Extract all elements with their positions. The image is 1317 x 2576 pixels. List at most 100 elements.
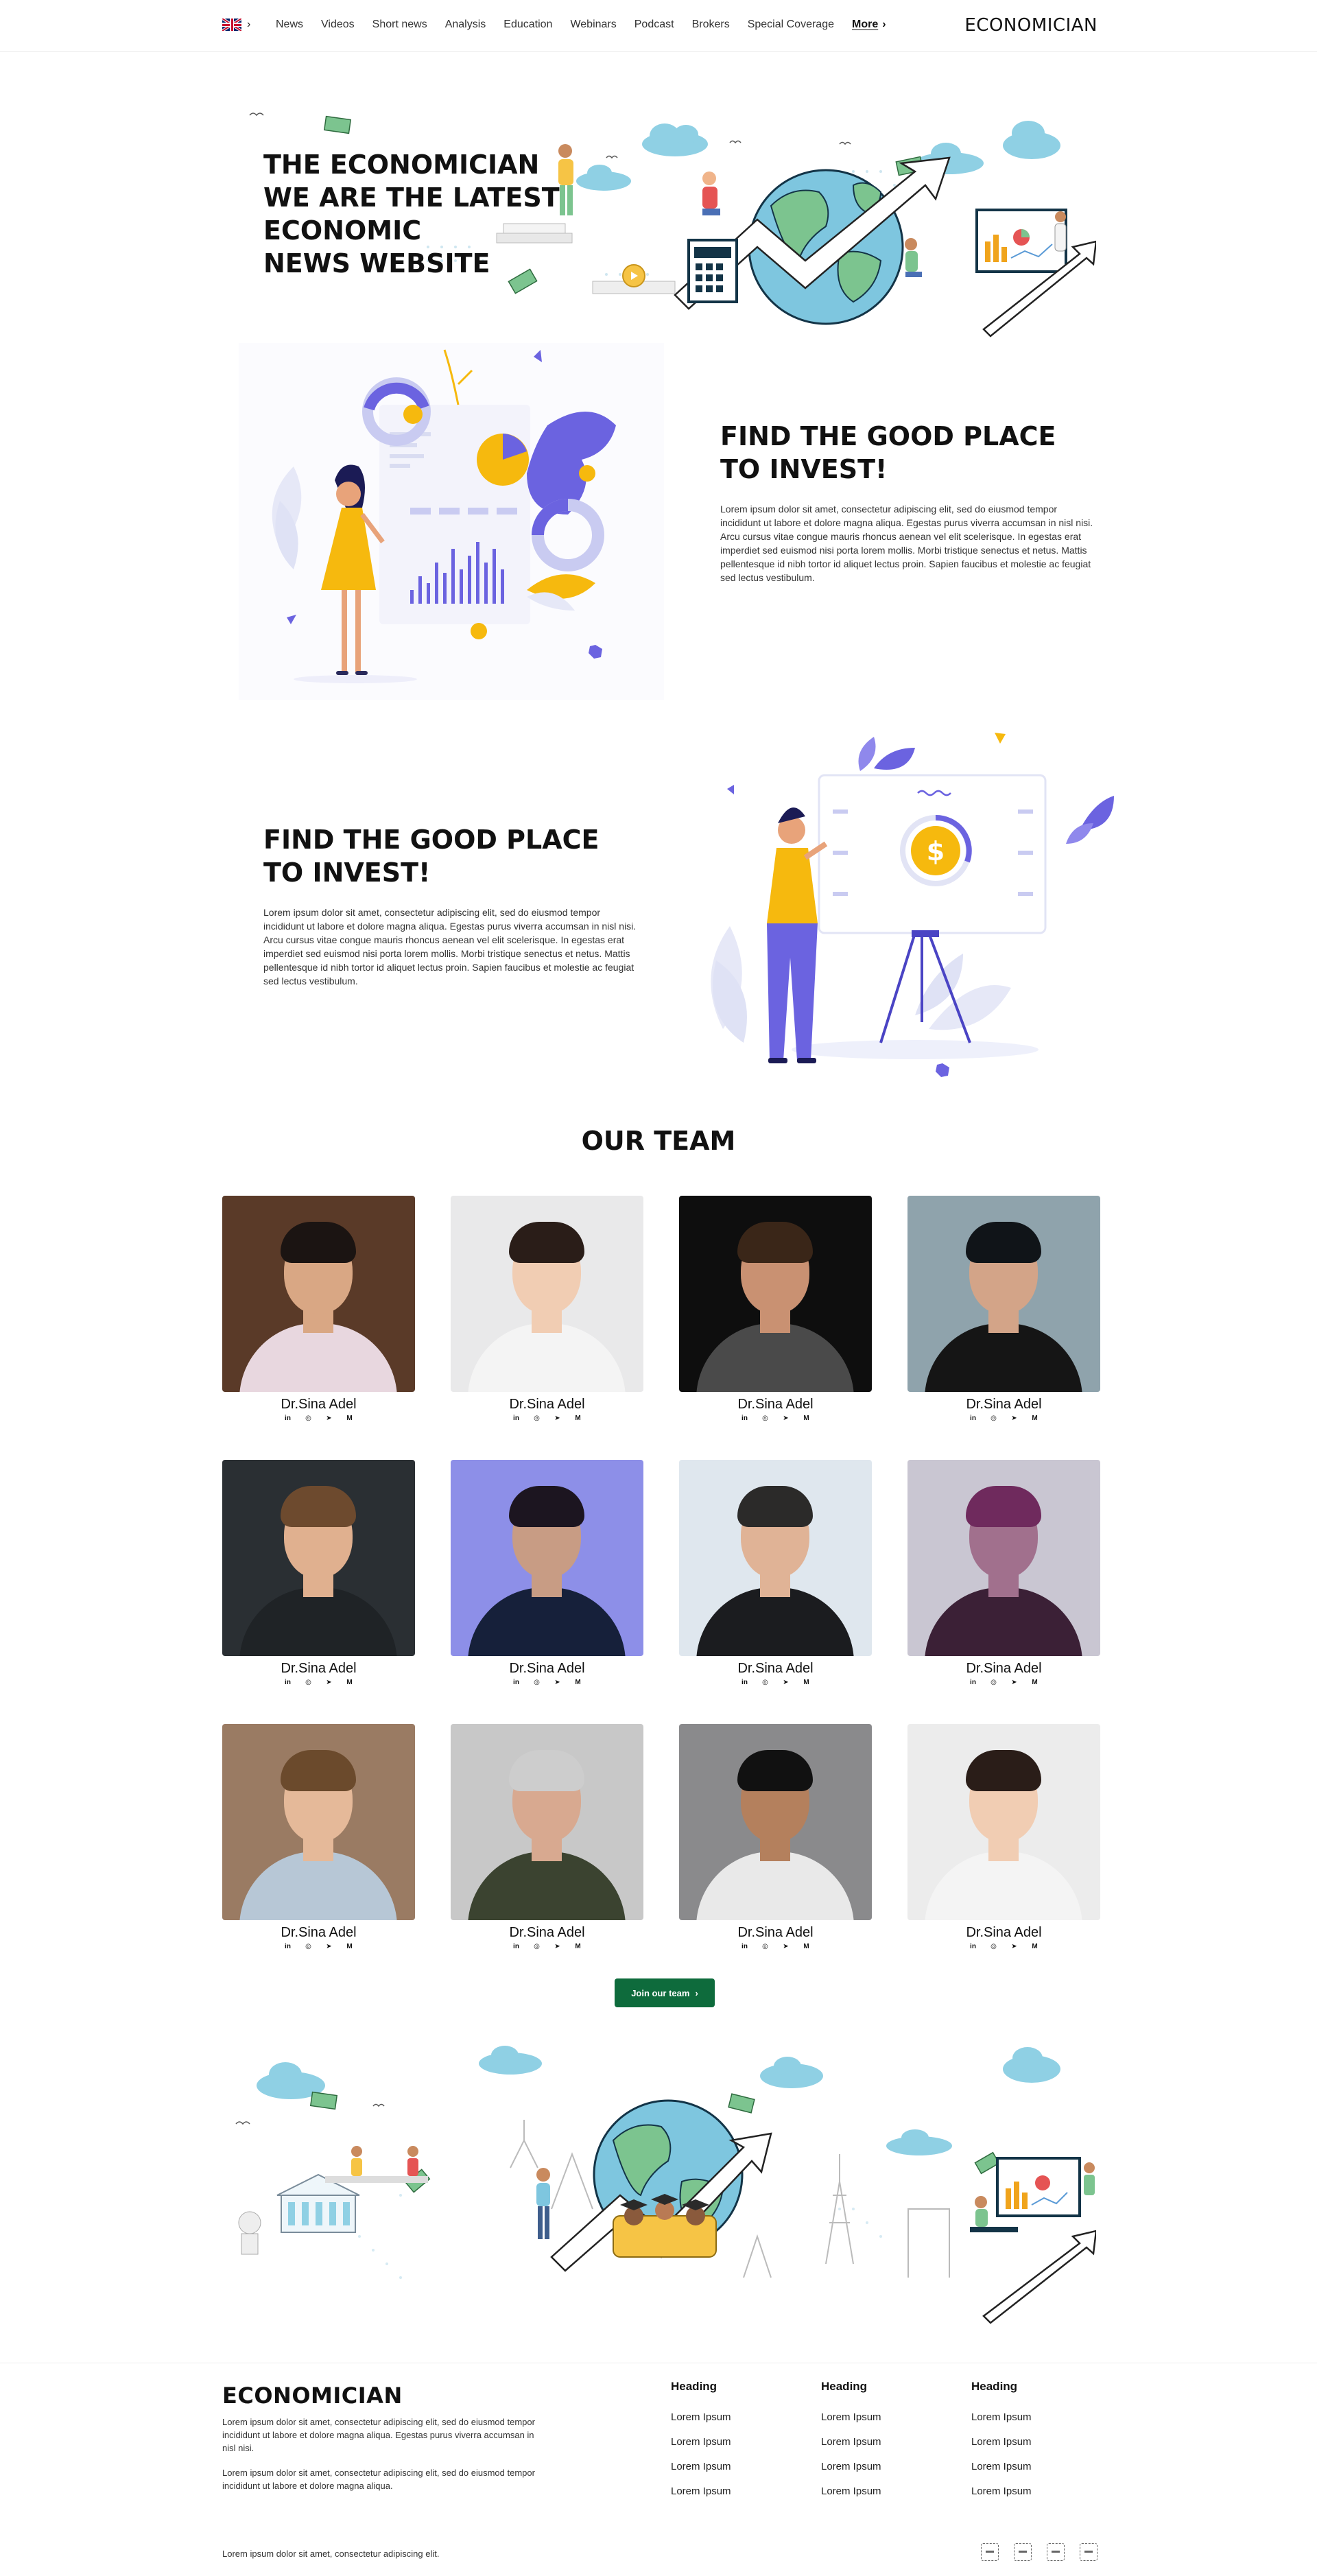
linkedin-icon[interactable]: in (740, 1413, 750, 1423)
telegram-icon[interactable]: ➤ (324, 1677, 334, 1687)
instagram-icon[interactable]: ◎ (761, 1941, 770, 1951)
team-member-card[interactable]: Dr.Sina Adel in ◎ ➤ M (907, 1724, 1100, 1950)
medium-icon[interactable]: M (573, 1413, 583, 1423)
linkedin-icon[interactable]: in (512, 1413, 521, 1423)
team-member-card[interactable]: Dr.Sina Adel in ◎ ➤ M (907, 1196, 1100, 1422)
linkedin-icon[interactable]: in (740, 1677, 750, 1687)
site-logo[interactable]: ECONOMICIAN (964, 15, 1098, 36)
nav-education[interactable]: Education (503, 19, 552, 31)
medium-icon[interactable]: M (802, 1677, 811, 1687)
instagram-icon[interactable]: ◎ (761, 1413, 770, 1423)
nav-videos[interactable]: Videos (321, 19, 355, 31)
team-member-card[interactable]: Dr.Sina Adel in ◎ ➤ M (679, 1724, 872, 1950)
nav-special-coverage[interactable]: Special Coverage (748, 19, 834, 31)
telegram-icon[interactable]: ➤ (781, 1677, 791, 1687)
team-member-card[interactable]: Dr.Sina Adel in ◎ ➤ M (679, 1196, 872, 1422)
instagram-icon[interactable]: ◎ (304, 1413, 313, 1423)
telegram-icon[interactable]: ➤ (553, 1941, 562, 1951)
telegram-icon[interactable]: ➤ (1010, 1677, 1019, 1687)
social-placeholder-icon[interactable] (1014, 2543, 1032, 2561)
team-member-name: Dr.Sina Adel (737, 1397, 814, 1412)
footer-link[interactable]: Lorem Ipsum (971, 2411, 1095, 2423)
team-member-card[interactable]: Dr.Sina Adel in ◎ ➤ M (679, 1460, 872, 1686)
footer-link[interactable]: Lorem Ipsum (671, 2436, 794, 2448)
linkedin-icon[interactable]: in (512, 1941, 521, 1951)
social-placeholder-icon[interactable] (1080, 2543, 1098, 2561)
instagram-icon[interactable]: ◎ (989, 1941, 999, 1951)
medium-icon[interactable]: M (802, 1413, 811, 1423)
telegram-icon[interactable]: ➤ (781, 1413, 791, 1423)
team-member-card[interactable]: Dr.Sina Adel in ◎ ➤ M (451, 1724, 643, 1950)
nav-news[interactable]: News (276, 19, 303, 31)
telegram-icon[interactable]: ➤ (1010, 1941, 1019, 1951)
instagram-icon[interactable]: ◎ (304, 1941, 313, 1951)
linkedin-icon[interactable]: in (969, 1413, 978, 1423)
footer-link[interactable]: Lorem Ipsum (821, 2436, 945, 2448)
nav-webinars[interactable]: Webinars (570, 19, 616, 31)
social-placeholder-icon[interactable] (1047, 2543, 1065, 2561)
medium-icon[interactable]: M (1030, 1413, 1040, 1423)
footer-link[interactable]: Lorem Ipsum (671, 2411, 794, 2423)
instagram-icon[interactable]: ◎ (989, 1677, 999, 1687)
footer-link[interactable]: Lorem Ipsum (821, 2485, 945, 2497)
instagram-icon[interactable]: ◎ (304, 1677, 313, 1687)
nav-short-news[interactable]: Short news (372, 19, 427, 31)
linkedin-icon[interactable]: in (283, 1941, 293, 1951)
medium-icon[interactable]: M (573, 1677, 583, 1687)
telegram-icon[interactable]: ➤ (1010, 1413, 1019, 1423)
linkedin-icon[interactable]: in (512, 1677, 521, 1687)
team-member-socials: in ◎ ➤ M (907, 1413, 1100, 1423)
footer-link[interactable]: Lorem Ipsum (821, 2411, 945, 2423)
nav-more[interactable]: More › (852, 19, 886, 31)
footer-link[interactable]: Lorem Ipsum (671, 2461, 794, 2472)
medium-icon[interactable]: M (802, 1941, 811, 1951)
team-member-card[interactable]: Dr.Sina Adel in ◎ ➤ M (222, 1724, 415, 1950)
team-member-name: Dr.Sina Adel (966, 1925, 1042, 1940)
footer-link[interactable]: Lorem Ipsum (971, 2461, 1095, 2472)
medium-icon[interactable]: M (345, 1941, 355, 1951)
team-member-photo (679, 1460, 872, 1656)
footer-link[interactable]: Lorem Ipsum (971, 2485, 1095, 2497)
team-member-card[interactable]: Dr.Sina Adel in ◎ ➤ M (451, 1460, 643, 1686)
instagram-icon[interactable]: ◎ (532, 1941, 542, 1951)
team-member-card[interactable]: Dr.Sina Adel in ◎ ➤ M (907, 1460, 1100, 1686)
linkedin-icon[interactable]: in (283, 1677, 293, 1687)
medium-icon[interactable]: M (345, 1677, 355, 1687)
instagram-icon[interactable]: ◎ (761, 1677, 770, 1687)
team-member-photo (222, 1724, 415, 1920)
linkedin-icon[interactable]: in (969, 1677, 978, 1687)
telegram-icon[interactable]: ➤ (324, 1413, 334, 1423)
telegram-icon[interactable]: ➤ (324, 1941, 334, 1951)
footer-social-icons (981, 2543, 1098, 2561)
telegram-icon[interactable]: ➤ (553, 1413, 562, 1423)
instagram-icon[interactable]: ◎ (989, 1413, 999, 1423)
footer-link[interactable]: Lorem Ipsum (971, 2436, 1095, 2448)
nav-analysis[interactable]: Analysis (445, 19, 486, 31)
telegram-icon[interactable]: ➤ (781, 1941, 791, 1951)
medium-icon[interactable]: M (1030, 1677, 1040, 1687)
medium-icon[interactable]: M (1030, 1941, 1040, 1951)
team-member-card[interactable]: Dr.Sina Adel in ◎ ➤ M (451, 1196, 643, 1422)
team-member-photo (679, 1724, 872, 1920)
linkedin-icon[interactable]: in (969, 1941, 978, 1951)
language-selector[interactable]: › (222, 19, 250, 31)
nav-podcast[interactable]: Podcast (634, 19, 674, 31)
medium-icon[interactable]: M (573, 1941, 583, 1951)
join-team-button[interactable]: Join our team › (615, 1978, 715, 2007)
medium-icon[interactable]: M (345, 1413, 355, 1423)
team-member-card[interactable]: Dr.Sina Adel in ◎ ➤ M (222, 1460, 415, 1686)
team-member-card[interactable]: Dr.Sina Adel in ◎ ➤ M (222, 1196, 415, 1422)
instagram-icon[interactable]: ◎ (532, 1413, 542, 1423)
instagram-icon[interactable]: ◎ (532, 1677, 542, 1687)
invest-illustration-1 (239, 343, 664, 700)
linkedin-icon[interactable]: in (740, 1941, 750, 1951)
footer-link[interactable]: Lorem Ipsum (671, 2485, 794, 2497)
nav-brokers[interactable]: Brokers (692, 19, 730, 31)
footer-logo[interactable]: ECONOMICIAN (222, 2383, 403, 2409)
linkedin-icon[interactable]: in (283, 1413, 293, 1423)
social-placeholder-icon[interactable] (981, 2543, 999, 2561)
telegram-icon[interactable]: ➤ (553, 1677, 562, 1687)
footer-link[interactable]: Lorem Ipsum (821, 2461, 945, 2472)
join-team-label: Join our team (631, 1987, 690, 1998)
team-member-socials: in ◎ ➤ M (451, 1677, 643, 1687)
